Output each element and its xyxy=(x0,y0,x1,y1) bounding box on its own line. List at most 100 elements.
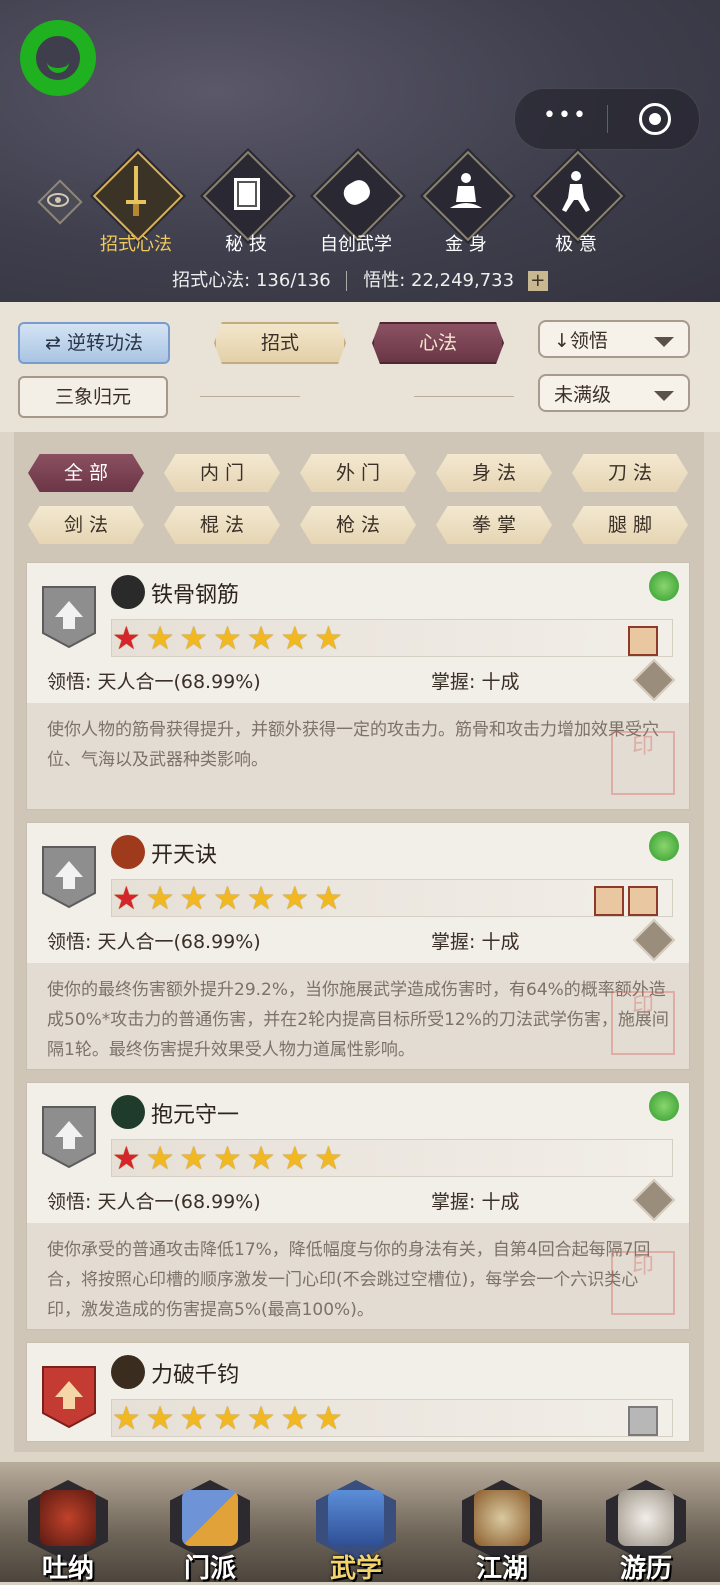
book-stack-icon xyxy=(328,1490,384,1546)
swirl-icon[interactable] xyxy=(649,571,679,601)
filter-leg[interactable]: 腿 脚 xyxy=(572,506,688,544)
scroll-icon xyxy=(343,180,370,205)
straw-hat-icon xyxy=(474,1490,530,1546)
level-filter-select[interactable]: 未满级 xyxy=(538,374,690,412)
tab-label: 招式心法 xyxy=(100,234,172,255)
star-red: ★ xyxy=(112,619,146,657)
meditation-icon xyxy=(450,173,482,208)
filter-agility[interactable]: 身 法 xyxy=(436,454,552,492)
upgrade-banner-icon[interactable] xyxy=(41,845,97,909)
tab-ultimate-intent[interactable]: 极 意 xyxy=(524,150,628,264)
filter-label: 身 法 xyxy=(471,462,517,484)
tab-custom-martial[interactable]: 自创武学 xyxy=(304,150,408,264)
filter-label: 枪 法 xyxy=(335,514,381,536)
swirl-icon[interactable] xyxy=(649,831,679,861)
capsule-divider xyxy=(607,105,608,133)
boot-skill-icon xyxy=(111,1095,145,1129)
blade-type-icon xyxy=(594,886,624,916)
reverse-method-button[interactable]: ⇄ 逆转功法 xyxy=(18,322,170,364)
eye-icon xyxy=(47,193,69,207)
mastery-text: 掌握: 十成 xyxy=(431,931,520,953)
nav-jianghu[interactable]: 江湖 xyxy=(452,1470,552,1584)
moves-toggle[interactable]: 招式 xyxy=(214,322,346,364)
skill-name: 铁骨钢筋 xyxy=(151,583,240,608)
book-icon xyxy=(234,178,260,210)
tab-label: 自创武学 xyxy=(320,234,392,255)
skill-name: 抱元守一 xyxy=(151,1103,240,1128)
chevron-down-icon xyxy=(654,337,674,347)
nav-sect[interactable]: 门派 xyxy=(160,1470,260,1584)
detail-diamond-icon[interactable] xyxy=(632,658,676,702)
insight-value: 悟性: 22,249,733 xyxy=(363,270,515,291)
down-arrow-icon: ↓ xyxy=(554,330,570,352)
skill-description: 使你人物的筋骨获得提升，并额外获得一定的攻击力。筋骨和攻击力增加效果受穴位、气海… xyxy=(27,703,689,809)
yin-yang-icon xyxy=(111,575,145,609)
mind-toggle[interactable]: 心法 xyxy=(372,322,504,364)
upgrade-banner-icon[interactable] xyxy=(41,585,97,649)
filter-all[interactable]: 全 部 xyxy=(28,454,144,492)
tab-label: 金 身 xyxy=(445,234,487,255)
nav-breathe[interactable]: 吐纳 xyxy=(18,1470,118,1584)
swirl-icon[interactable] xyxy=(649,1091,679,1121)
mastery-text: 掌握: 十成 xyxy=(431,1191,520,1213)
skill-card[interactable]: 铁骨钢筋 ★★★★★★★ 领悟: 天人合一(68.99%) 掌握: 十成 使你人… xyxy=(26,562,690,810)
more-icon[interactable]: ••• xyxy=(543,105,588,127)
filter-outer[interactable]: 外 门 xyxy=(300,454,416,492)
seal-stamp-icon: 印 xyxy=(611,991,675,1055)
close-target-icon[interactable] xyxy=(639,103,671,135)
nav-travel[interactable]: 游历 xyxy=(596,1470,696,1584)
tab-golden-body[interactable]: 金 身 xyxy=(414,150,518,264)
divider-line xyxy=(200,396,300,397)
seal-stamp-icon: 印 xyxy=(611,1251,675,1315)
mind-label: 心法 xyxy=(418,332,457,354)
upgrade-banner-icon[interactable] xyxy=(41,1105,97,1169)
filter-label: 腿 脚 xyxy=(607,514,653,536)
horse-icon xyxy=(618,1490,674,1546)
upgrade-banner-icon[interactable] xyxy=(41,1365,97,1429)
skill-name: 开天诀 xyxy=(151,843,218,868)
sanxiang-button[interactable]: 三象归元 xyxy=(18,376,168,418)
stars-gold: ★★★★★★ xyxy=(145,619,348,657)
skill-card[interactable]: 开天诀 ★★★★★★★ 领悟: 天人合一(68.99%) 掌握: 十成 使你的最… xyxy=(26,822,690,1070)
stats-bar: 招式心法: 136/136 悟性: 22,249,733 + xyxy=(0,266,720,292)
filter-label: 外 门 xyxy=(335,462,381,484)
seal-stamp-icon: 印 xyxy=(611,731,675,795)
skill-name: 力破千钧 xyxy=(151,1363,240,1388)
weapon-icon xyxy=(628,626,658,656)
filter-label: 内 门 xyxy=(199,462,245,484)
detail-diamond-icon[interactable] xyxy=(632,918,676,962)
filter-spear[interactable]: 枪 法 xyxy=(300,506,416,544)
blade-skill-icon xyxy=(111,835,145,869)
fighter-icon xyxy=(562,171,590,212)
filter-sword[interactable]: 剑 法 xyxy=(28,506,144,544)
divider-line xyxy=(414,396,514,397)
filter-blade[interactable]: 刀 法 xyxy=(572,454,688,492)
skill-description: 使你的最终伤害额外提升29.2%，当你施展武学造成伤害时，有64%的概率额外造成… xyxy=(27,963,689,1069)
chat-logo-icon[interactable] xyxy=(20,20,96,96)
filter-inner[interactable]: 内 门 xyxy=(164,454,280,492)
sect-icon xyxy=(182,1490,238,1546)
star-red: ★ xyxy=(112,879,146,917)
skill-card[interactable]: 抱元守一 ★★★★★★★ 领悟: 天人合一(68.99%) 掌握: 十成 使你承… xyxy=(26,1082,690,1330)
nav-label: 游历 xyxy=(619,1554,672,1584)
bull-skill-icon xyxy=(111,1355,145,1389)
star-red: ★ xyxy=(112,1139,146,1177)
sort-select[interactable]: ↓领悟 xyxy=(538,320,690,358)
reverse-label: 逆转功法 xyxy=(66,332,143,354)
skill-card[interactable]: 力破千钧 ★★★★★★★ xyxy=(26,1342,690,1442)
stars-gold: ★★★★★★ xyxy=(145,879,348,917)
add-insight-button[interactable]: + xyxy=(527,271,548,291)
filter-fist[interactable]: 拳 掌 xyxy=(436,506,552,544)
tab-moves-mind[interactable]: 招式心法 xyxy=(84,150,188,264)
filter-label: 剑 法 xyxy=(63,514,109,536)
filter-staff[interactable]: 棍 法 xyxy=(164,506,280,544)
eye-toggle-button[interactable] xyxy=(37,179,83,225)
chevron-down-icon xyxy=(654,391,674,401)
tab-label: 极 意 xyxy=(555,234,597,255)
weapon-icon xyxy=(628,886,658,916)
tab-secret-skill[interactable]: 秘 技 xyxy=(194,150,298,264)
detail-diamond-icon[interactable] xyxy=(632,1178,676,1222)
nav-martial[interactable]: 武学 xyxy=(306,1470,406,1584)
star-rating: ★★★★★★★ xyxy=(111,1139,673,1177)
understanding-text: 领悟: 天人合一(68.99%) xyxy=(47,671,261,693)
